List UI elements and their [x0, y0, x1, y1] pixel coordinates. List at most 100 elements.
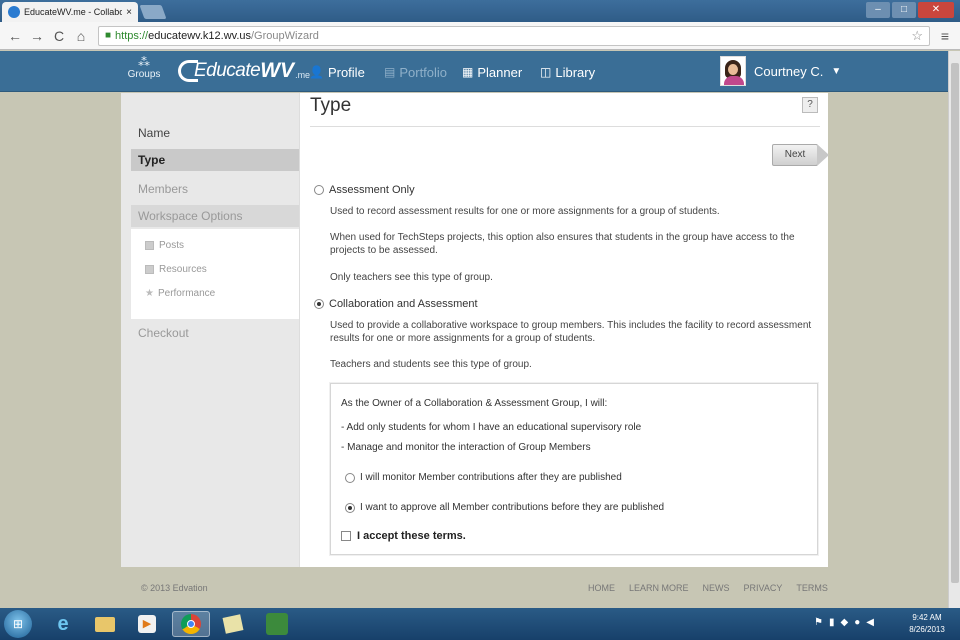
radio-approve-before[interactable] [345, 502, 355, 513]
monitor-after-option[interactable]: I will monitor Member contributions afte… [345, 472, 622, 483]
nav-planner[interactable]: ▦ Planner [462, 63, 522, 81]
groups-icon: ⁂ [138, 55, 150, 69]
home-icon[interactable]: ⌂ [72, 27, 90, 45]
internet-explorer-icon[interactable]: e [44, 611, 82, 637]
title-divider [310, 126, 820, 127]
system-tray: ⚑ ▮ ◆ ● ◀ [814, 617, 874, 628]
option-collaboration-assessment[interactable]: Collaboration and Assessment [314, 298, 478, 310]
footer-link-learn-more[interactable]: LEARN MORE [629, 583, 689, 593]
footer-link-home[interactable]: HOME [588, 583, 615, 593]
approve-before-label: I want to approve all Member contributio… [360, 502, 665, 513]
url-path: /GroupWizard [251, 29, 319, 42]
system-clock[interactable]: 9:42 AM 8/26/2013 [904, 612, 950, 636]
logo-suffix: .me [295, 70, 311, 80]
footer-link-terms[interactable]: TERMS [796, 583, 828, 593]
notes-icon[interactable] [214, 611, 252, 637]
url-scheme: https:// [115, 29, 149, 42]
nav-portfolio-label: Portfolio [399, 64, 448, 80]
star-icon: ★ [145, 288, 154, 299]
assessment-only-desc-3: Only teachers see this type of group. [330, 272, 493, 283]
educatewv-logo[interactable]: Educate WV .me [178, 57, 310, 85]
site-favicon-icon [8, 6, 20, 18]
address-bar[interactable]: ■ https:// educatewv.k12.wv.us /GroupWiz… [98, 25, 930, 46]
step-name[interactable]: Name [131, 122, 299, 144]
substep-posts: Posts [145, 240, 184, 251]
help-icon[interactable]: ? [802, 97, 818, 113]
minimize-icon[interactable]: – [866, 2, 890, 18]
sync-icon[interactable]: ● [854, 617, 860, 628]
radio-collaboration-assessment[interactable] [314, 299, 324, 309]
volume-icon[interactable]: ◀ [866, 617, 874, 628]
avatar [720, 56, 746, 86]
scrollbar-thumb[interactable] [951, 63, 959, 583]
caret-down-icon: ▼ [831, 65, 842, 77]
accept-terms-checkbox[interactable] [341, 531, 351, 541]
window-close-icon[interactable]: ✕ [918, 2, 954, 18]
nav-portfolio: ▤ Portfolio [384, 63, 447, 81]
page-scrollbar[interactable] [948, 51, 960, 608]
nav-profile[interactable]: 👤 Profile [309, 63, 365, 81]
chrome-icon[interactable] [172, 611, 210, 637]
tab-close-icon[interactable]: × [126, 7, 132, 18]
reload-icon[interactable]: C [50, 27, 68, 45]
url-host: educatewv.k12.wv.us [148, 29, 251, 42]
wizard-steps: Name Type Members Workspace Options Post… [121, 93, 299, 567]
wizard-main: Type ? Next Assessment Only Used to reco… [299, 93, 829, 567]
flag-icon[interactable]: ⚑ [814, 617, 823, 628]
monitor-after-label: I will monitor Member contributions afte… [360, 472, 622, 483]
option-assessment-only-label: Assessment Only [329, 184, 415, 196]
assessment-only-desc-1: Used to record assessment results for on… [330, 206, 720, 217]
network-icon[interactable]: ▮ [829, 617, 835, 628]
substep-posts-label: Posts [159, 240, 185, 251]
windows-start-icon[interactable]: ⊞ [4, 610, 32, 638]
footer-link-news[interactable]: NEWS [703, 583, 730, 593]
back-arrow-icon[interactable]: ← [6, 27, 24, 45]
collaboration-desc-2: Teachers and students see this type of g… [330, 359, 532, 370]
resources-icon [145, 265, 154, 274]
terms-bullet-2: - Manage and monitor the interaction of … [341, 442, 591, 453]
footer-link-privacy[interactable]: PRIVACY [744, 583, 783, 593]
file-explorer-icon[interactable] [86, 611, 124, 637]
step-workspace-options: Workspace Options [131, 205, 299, 227]
step-type[interactable]: Type [131, 149, 299, 171]
maximize-icon[interactable]: □ [892, 2, 916, 18]
bookmark-star-icon[interactable]: ☆ [911, 28, 923, 44]
person-icon: 👤 [309, 65, 324, 79]
shield-icon[interactable]: ◆ [840, 617, 848, 628]
collaboration-desc-1: Used to provide a collaborative workspac… [330, 320, 812, 344]
camtasia-icon[interactable] [258, 611, 296, 637]
terms-intro: As the Owner of a Collaboration & Assess… [341, 398, 608, 409]
approve-before-option[interactable]: I want to approve all Member contributio… [345, 502, 664, 513]
browser-menu-icon[interactable]: ≡ [936, 28, 954, 44]
nav-profile-label: Profile [327, 64, 365, 80]
logo-text-bold: WV [260, 59, 295, 82]
step-members: Members [138, 182, 189, 196]
option-assessment-only[interactable]: Assessment Only [314, 184, 415, 196]
radio-assessment-only[interactable] [314, 185, 324, 195]
substep-performance: ★ Performance [145, 288, 215, 299]
posts-icon [145, 241, 154, 250]
accept-terms[interactable]: I accept these terms. [341, 530, 466, 542]
user-menu[interactable]: Courtney C. ▼ [720, 56, 841, 86]
new-tab-button[interactable] [139, 5, 167, 19]
site-header: ⁂ Groups Educate WV .me 👤 Profile ▤ Port… [0, 51, 960, 92]
forward-arrow-icon[interactable]: → [28, 27, 46, 45]
browser-tab[interactable]: EducateWV.me - Collabo × [2, 2, 138, 22]
accept-terms-label: I accept these terms. [357, 530, 466, 542]
terms-box: As the Owner of a Collaboration & Assess… [330, 383, 818, 555]
groups-button[interactable]: ⁂ Groups [124, 55, 164, 87]
book-icon: ◫ [540, 65, 552, 79]
lock-icon: ■ [105, 30, 112, 41]
footer-copyright: © 2013 Edvation [141, 583, 208, 593]
clock-date: 8/26/2013 [909, 625, 945, 634]
next-button[interactable]: Next [772, 144, 829, 166]
nav-library[interactable]: ◫ Library [540, 63, 595, 81]
media-player-icon[interactable]: ▶ [128, 611, 166, 637]
browser-toolbar: ← → C ⌂ ■ https:// educatewv.k12.wv.us /… [0, 22, 960, 50]
clock-time: 9:42 AM [912, 613, 942, 622]
substep-resources: Resources [145, 264, 207, 275]
radio-monitor-after[interactable] [345, 472, 355, 483]
logo-text: Educate [194, 60, 261, 81]
groups-label: Groups [127, 69, 161, 80]
page-title: Type [310, 95, 352, 116]
